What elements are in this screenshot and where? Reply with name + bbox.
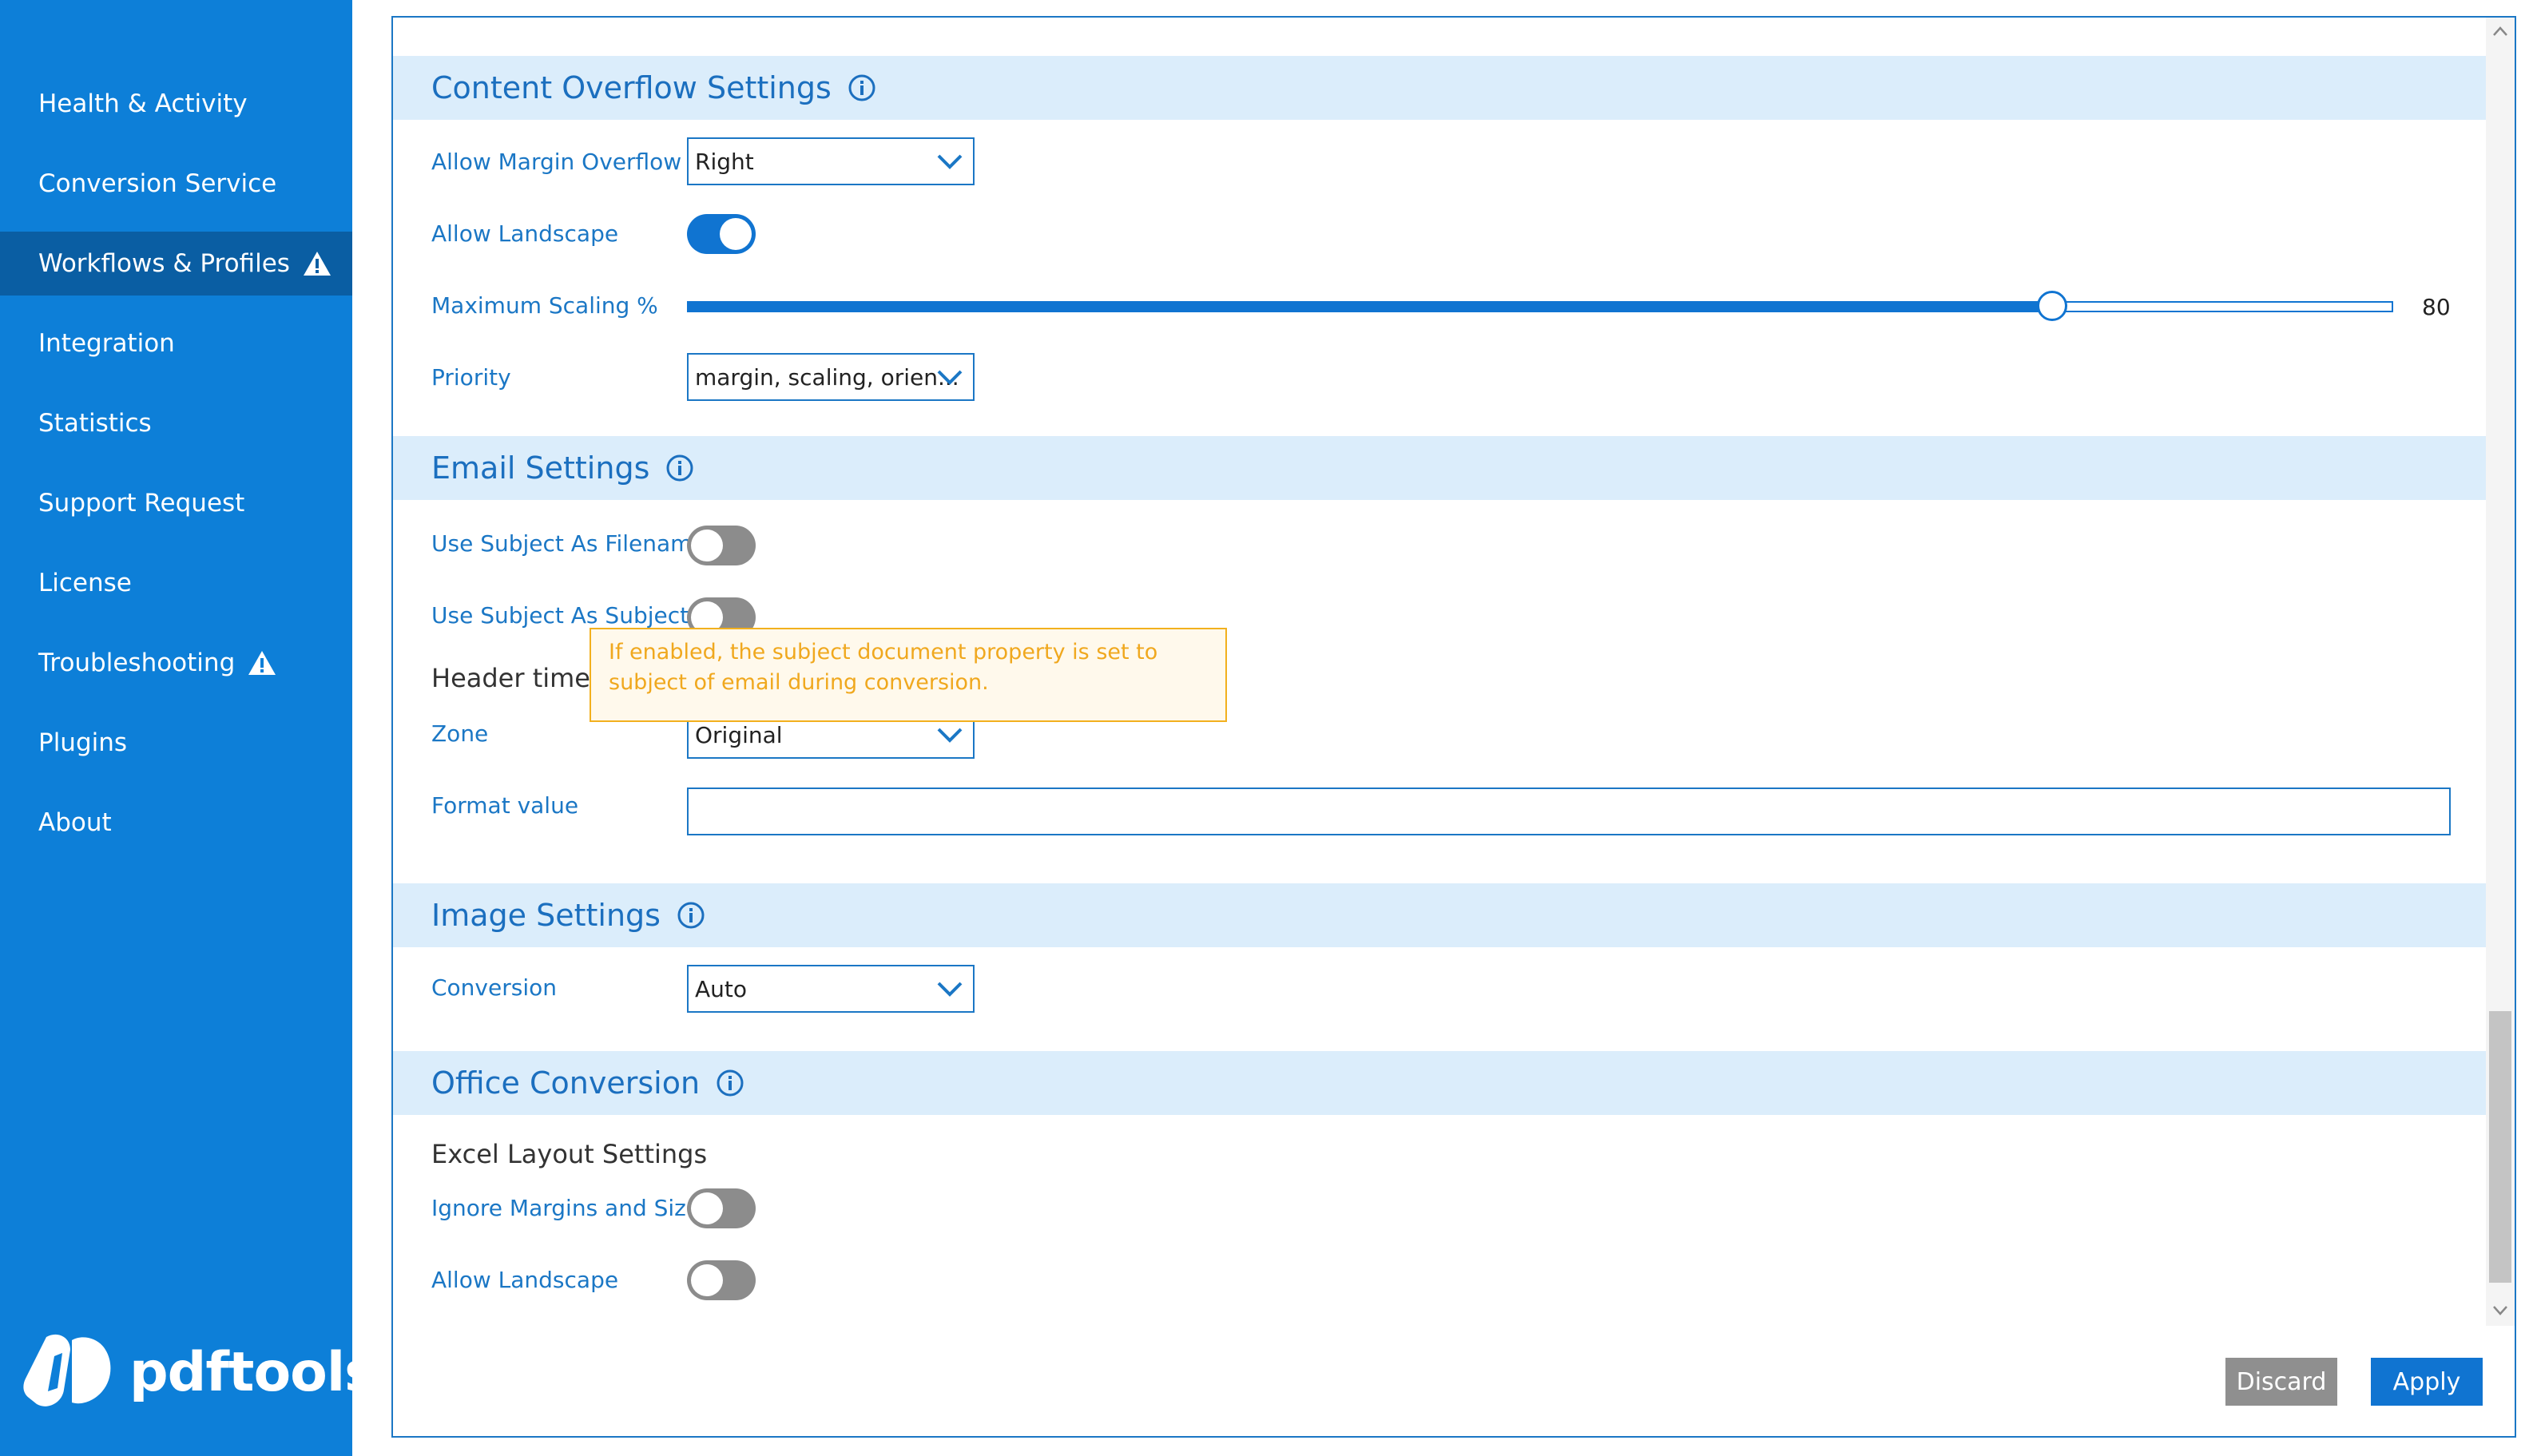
tooltip-text: If enabled, the subject document propert… (609, 640, 1158, 695)
sidebar-item-workflows-profiles[interactable]: Workflows & Profiles (0, 232, 352, 296)
info-icon[interactable] (677, 901, 705, 930)
sidebar-item-troubleshooting[interactable]: Troubleshooting (0, 631, 352, 695)
image-settings-header: Image Settings (393, 883, 2486, 947)
chevron-down-icon (937, 370, 963, 385)
sidebar-item-license[interactable]: License (0, 551, 352, 615)
office-allow-landscape-toggle[interactable] (687, 1260, 756, 1300)
pdftools-logo: pdftools (22, 1332, 377, 1412)
info-icon[interactable] (665, 454, 694, 482)
sidebar-item-label: Health & Activity (38, 89, 248, 118)
scroll-thumb[interactable] (2489, 1011, 2511, 1283)
scroll-up-icon[interactable] (2492, 26, 2508, 37)
allow-landscape-label: Allow Landscape (431, 220, 619, 247)
chevron-down-icon (937, 982, 963, 997)
section-title: Image Settings (431, 898, 661, 933)
sidebar-item-label: Support Request (38, 489, 245, 518)
excel-layout-settings-label: Excel Layout Settings (431, 1139, 708, 1169)
sidebar-item-label: Conversion Service (38, 169, 277, 198)
select-value: Auto (695, 975, 748, 1002)
sidebar-item-label: License (38, 569, 132, 597)
sidebar-item-label: Workflows & Profiles (38, 249, 290, 278)
office-conversion-header: Office Conversion (393, 1051, 2486, 1115)
format-value-label: Format value (431, 792, 579, 819)
use-subject-subject-label: Use Subject As Subject... (431, 602, 710, 629)
scroll-down-icon[interactable] (2492, 1305, 2508, 1316)
toggle-knob (691, 530, 723, 561)
logo-text: pdftools (129, 1340, 377, 1404)
zone-label: Zone (431, 720, 489, 747)
email-settings-header: Email Settings (393, 436, 2486, 500)
apply-button[interactable]: Apply (2371, 1358, 2483, 1406)
allow-landscape-toggle[interactable] (687, 214, 756, 254)
warning-icon (303, 252, 331, 276)
vertical-scrollbar[interactable] (2486, 18, 2515, 1326)
maximum-scaling-slider[interactable] (687, 301, 2393, 312)
select-value: Right (695, 148, 754, 175)
sidebar-item-integration[interactable]: Integration (0, 311, 352, 375)
toggle-knob (691, 1192, 723, 1224)
tooltip: If enabled, the subject document propert… (590, 628, 1227, 722)
discard-button[interactable]: Discard (2225, 1358, 2337, 1406)
info-icon[interactable] (848, 73, 876, 102)
header-time-label: Header time f (431, 663, 608, 693)
section-title: Office Conversion (431, 1065, 701, 1101)
conversion-select[interactable]: Auto (687, 965, 975, 1013)
sidebar-item-label: Integration (38, 329, 175, 358)
sidebar-item-statistics[interactable]: Statistics (0, 391, 352, 455)
logo-icon (23, 1334, 111, 1406)
toggle-knob (691, 1264, 723, 1296)
info-icon[interactable] (716, 1069, 744, 1097)
allow-margin-overflow-label: Allow Margin Overflow (431, 149, 682, 175)
sidebar-item-about[interactable]: About (0, 791, 352, 855)
sidebar-item-support-request[interactable]: Support Request (0, 471, 352, 535)
slider-thumb[interactable] (2036, 291, 2067, 321)
sidebar-item-label: Plugins (38, 728, 128, 757)
maximum-scaling-value: 80 (2422, 294, 2451, 320)
settings-panel: Content Overflow Settings Allow Margin O… (391, 16, 2516, 1327)
ignore-margins-label: Ignore Margins and Size (431, 1195, 701, 1221)
sidebar-item-plugins[interactable]: Plugins (0, 711, 352, 775)
sidebar-item-label: Statistics (38, 409, 152, 438)
chevron-down-icon (937, 154, 963, 169)
content-overflow-header: Content Overflow Settings (393, 56, 2486, 120)
footer-bar: Discard Apply (391, 1326, 2516, 1438)
toggle-knob (720, 218, 752, 250)
sidebar-item-label: Troubleshooting (38, 649, 236, 677)
format-value-input[interactable] (687, 788, 2451, 835)
office-allow-landscape-label: Allow Landscape (431, 1267, 619, 1293)
app-root: Health & Activity Conversion Service Wor… (0, 0, 2529, 1456)
allow-margin-overflow-select[interactable]: Right (687, 137, 975, 185)
select-value: Original (695, 721, 783, 748)
conversion-label: Conversion (431, 974, 557, 1001)
sidebar-item-label: About (38, 808, 112, 837)
chevron-down-icon (937, 728, 963, 743)
maximum-scaling-label: Maximum Scaling % (431, 292, 658, 319)
section-title: Email Settings (431, 450, 650, 486)
select-value: margin, scaling, orien... (695, 363, 959, 391)
slider-fill (689, 303, 2051, 311)
section-title: Content Overflow Settings (431, 70, 832, 105)
priority-select[interactable]: margin, scaling, orien... (687, 353, 975, 401)
sidebar-item-conversion-service[interactable]: Conversion Service (0, 152, 352, 216)
warning-icon (248, 651, 276, 675)
use-subject-filename-label: Use Subject As Filename (431, 530, 706, 557)
ignore-margins-toggle[interactable] (687, 1188, 756, 1228)
priority-label: Priority (431, 364, 511, 391)
use-subject-filename-toggle[interactable] (687, 526, 756, 565)
sidebar: Health & Activity Conversion Service Wor… (0, 0, 377, 1456)
sidebar-item-health-activity[interactable]: Health & Activity (0, 72, 352, 136)
